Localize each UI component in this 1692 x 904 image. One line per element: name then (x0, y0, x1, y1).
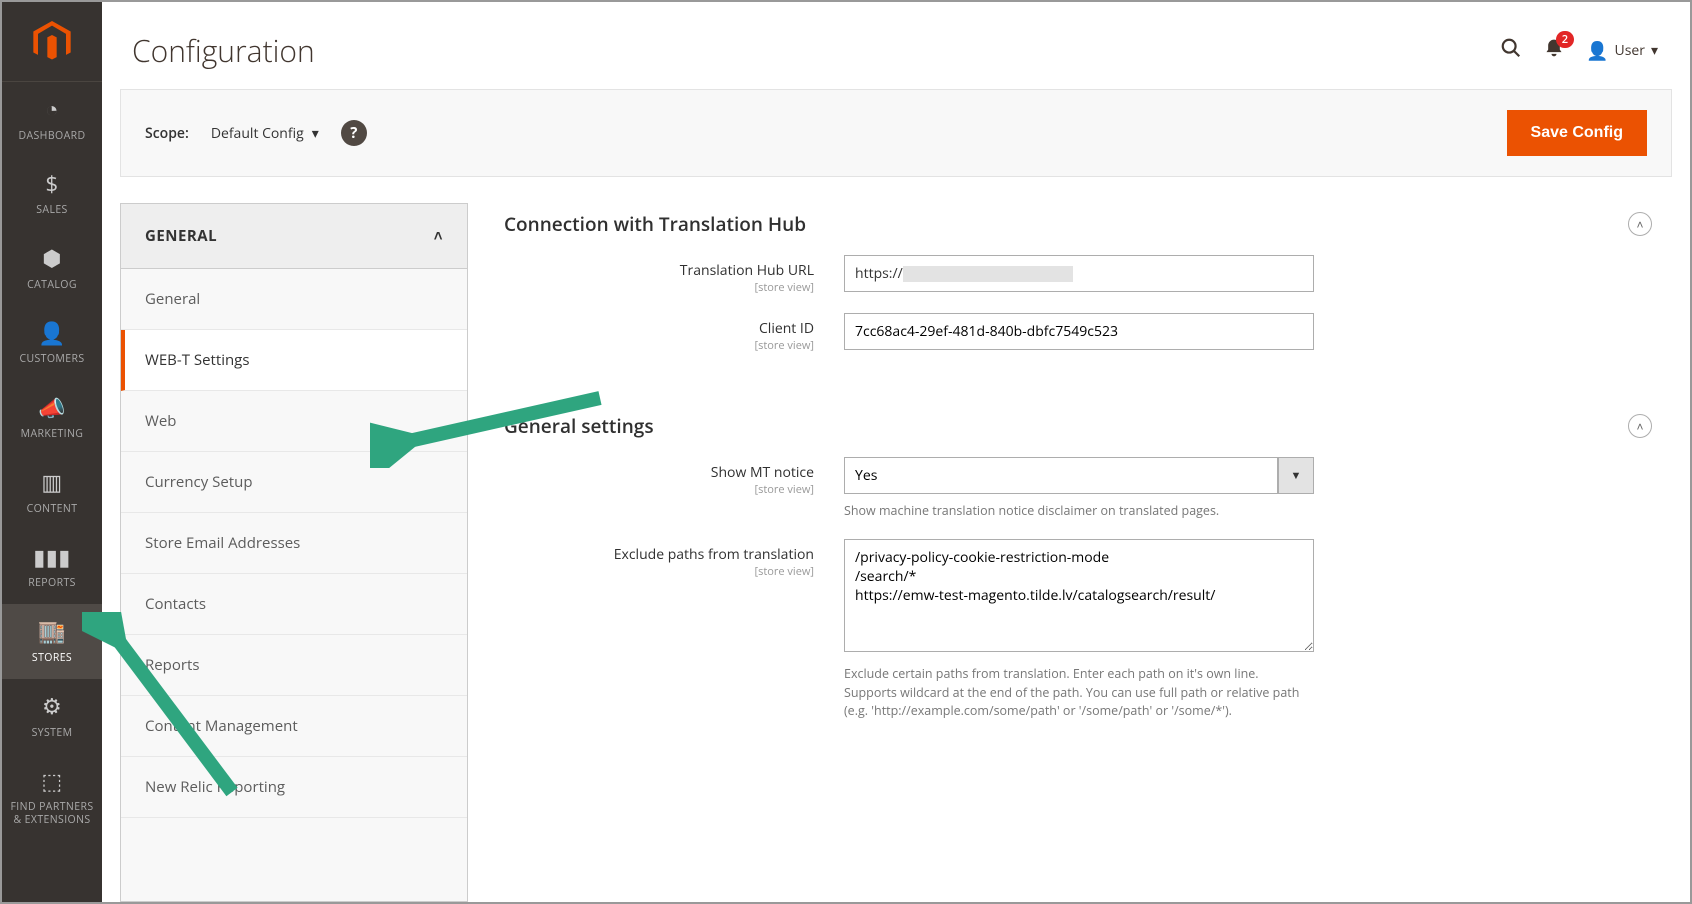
notification-badge: 2 (1556, 31, 1574, 48)
nav-stores[interactable]: 🏬 STORES (2, 604, 102, 679)
notifications-icon[interactable]: 2 (1544, 37, 1564, 64)
field-scope: [store view] (504, 564, 814, 579)
admin-sidebar: ◔ DASHBOARD $ SALES ⬢ CATALOG 👤 CUSTOMERS 📣 M… (2, 2, 102, 902)
nav-partners[interactable]: ⬚ FIND PARTNERS & EXTENSIONS (2, 754, 102, 842)
config-nav: GENERAL ˄ General WEB-T Settings Web Cur… (120, 203, 468, 902)
store-icon: 🏬 (38, 618, 66, 646)
field-label: Exclude paths from translation (504, 545, 814, 564)
person-icon: 👤 (38, 320, 66, 348)
bullhorn-icon: 📣 (38, 395, 66, 423)
save-config-button[interactable]: Save Config (1507, 110, 1647, 156)
nav-label: SYSTEM (32, 727, 73, 740)
field-translation-hub-url: Translation Hub URL [store view] https:/… (504, 255, 1662, 295)
config-item-reports[interactable]: Reports (121, 635, 467, 696)
nav-catalog[interactable]: ⬢ CATALOG (2, 231, 102, 306)
nav-label: STORES (32, 652, 72, 665)
layout-icon: ▥ (41, 469, 62, 497)
config-item-store-email[interactable]: Store Email Addresses (121, 513, 467, 574)
config-item-content-mgmt[interactable]: Content Management (121, 696, 467, 757)
chevron-down-icon: ▾ (1651, 41, 1658, 60)
config-item-web[interactable]: Web (121, 391, 467, 452)
cube-icon: ⬢ (42, 245, 62, 273)
help-button[interactable]: ? (341, 120, 367, 146)
chevron-up-icon: ˄ (434, 226, 443, 246)
nav-label: CATALOG (27, 279, 77, 292)
search-icon[interactable] (1500, 37, 1522, 65)
scope-value: Default Config (211, 124, 304, 143)
dollar-icon: $ (46, 171, 59, 199)
boxes-icon: ⬚ (41, 768, 62, 796)
nav-label: DASHBOARD (18, 130, 85, 143)
redacted-value (903, 266, 1073, 282)
nav-label: FIND PARTNERS & EXTENSIONS (6, 801, 98, 827)
section-title: Connection with Translation Hub (504, 211, 806, 237)
field-label: Client ID (504, 319, 814, 338)
page-title: Configuration (132, 30, 1500, 71)
config-item-newrelic[interactable]: New Relic Reporting (121, 757, 467, 818)
config-item-webt-settings[interactable]: WEB-T Settings (121, 330, 467, 391)
nav-label: REPORTS (28, 577, 76, 590)
nav-label: SALES (36, 204, 67, 217)
topbar: Configuration 2 👤 User ▾ (102, 2, 1690, 89)
scope-bar: Scope: Default Config ▾ ? Save Config (120, 89, 1672, 177)
gauge-icon: ◔ (45, 96, 59, 124)
field-label: Show MT notice (504, 463, 814, 482)
field-scope: [store view] (504, 280, 814, 295)
field-scope: [store view] (504, 338, 814, 353)
chevron-down-icon[interactable]: ▼ (1278, 457, 1314, 494)
collapse-icon[interactable]: ˄ (1628, 212, 1652, 236)
config-item-contacts[interactable]: Contacts (121, 574, 467, 635)
section-connection-header[interactable]: Connection with Translation Hub ˄ (504, 203, 1662, 255)
field-scope: [store view] (504, 482, 814, 497)
username-label: User (1615, 41, 1645, 60)
nav-system[interactable]: ⚙ SYSTEM (2, 679, 102, 754)
section-general-header[interactable]: General settings ˄ (504, 405, 1662, 457)
magento-logo[interactable] (2, 2, 102, 82)
field-label: Translation Hub URL (504, 261, 814, 280)
nav-reports[interactable]: ▮▮▮ REPORTS (2, 530, 102, 605)
scope-label: Scope: (145, 124, 189, 143)
config-group-general[interactable]: GENERAL ˄ (121, 204, 467, 269)
config-item-currency[interactable]: Currency Setup (121, 452, 467, 513)
field-exclude-paths: Exclude paths from translation [store vi… (504, 539, 1662, 721)
config-item-general[interactable]: General (121, 269, 467, 330)
nav-marketing[interactable]: 📣 MARKETING (2, 381, 102, 456)
gear-icon: ⚙ (42, 693, 62, 721)
client-id-input[interactable] (844, 313, 1314, 350)
main-content: Configuration 2 👤 User ▾ Scope: Defau (102, 2, 1690, 902)
group-label: GENERAL (145, 226, 217, 246)
exclude-paths-textarea[interactable] (844, 539, 1314, 652)
nav-customers[interactable]: 👤 CUSTOMERS (2, 306, 102, 381)
bars-icon: ▮▮▮ (33, 544, 71, 572)
section-title: General settings (504, 413, 654, 439)
nav-dashboard[interactable]: ◔ DASHBOARD (2, 82, 102, 157)
field-show-mt-notice: Show MT notice [store view] ▼ Show machi… (504, 457, 1662, 521)
chevron-down-icon: ▾ (312, 124, 319, 143)
nav-label: CONTENT (27, 503, 78, 516)
nav-sales[interactable]: $ SALES (2, 157, 102, 232)
settings-panel: Connection with Translation Hub ˄ Transl… (468, 203, 1672, 902)
field-note: Show machine translation notice disclaim… (844, 502, 1304, 521)
mt-notice-select[interactable] (844, 457, 1278, 494)
field-client-id: Client ID [store view] (504, 313, 1662, 353)
nav-content[interactable]: ▥ CONTENT (2, 455, 102, 530)
scope-selector[interactable]: Default Config ▾ (211, 124, 319, 143)
user-menu[interactable]: 👤 User ▾ (1586, 39, 1658, 63)
user-icon: 👤 (1586, 39, 1608, 63)
translation-hub-url-input[interactable]: https:// (844, 255, 1314, 292)
nav-label: MARKETING (21, 428, 84, 441)
nav-label: CUSTOMERS (19, 353, 84, 366)
field-note: Exclude certain paths from translation. … (844, 665, 1304, 721)
collapse-icon[interactable]: ˄ (1628, 414, 1652, 438)
